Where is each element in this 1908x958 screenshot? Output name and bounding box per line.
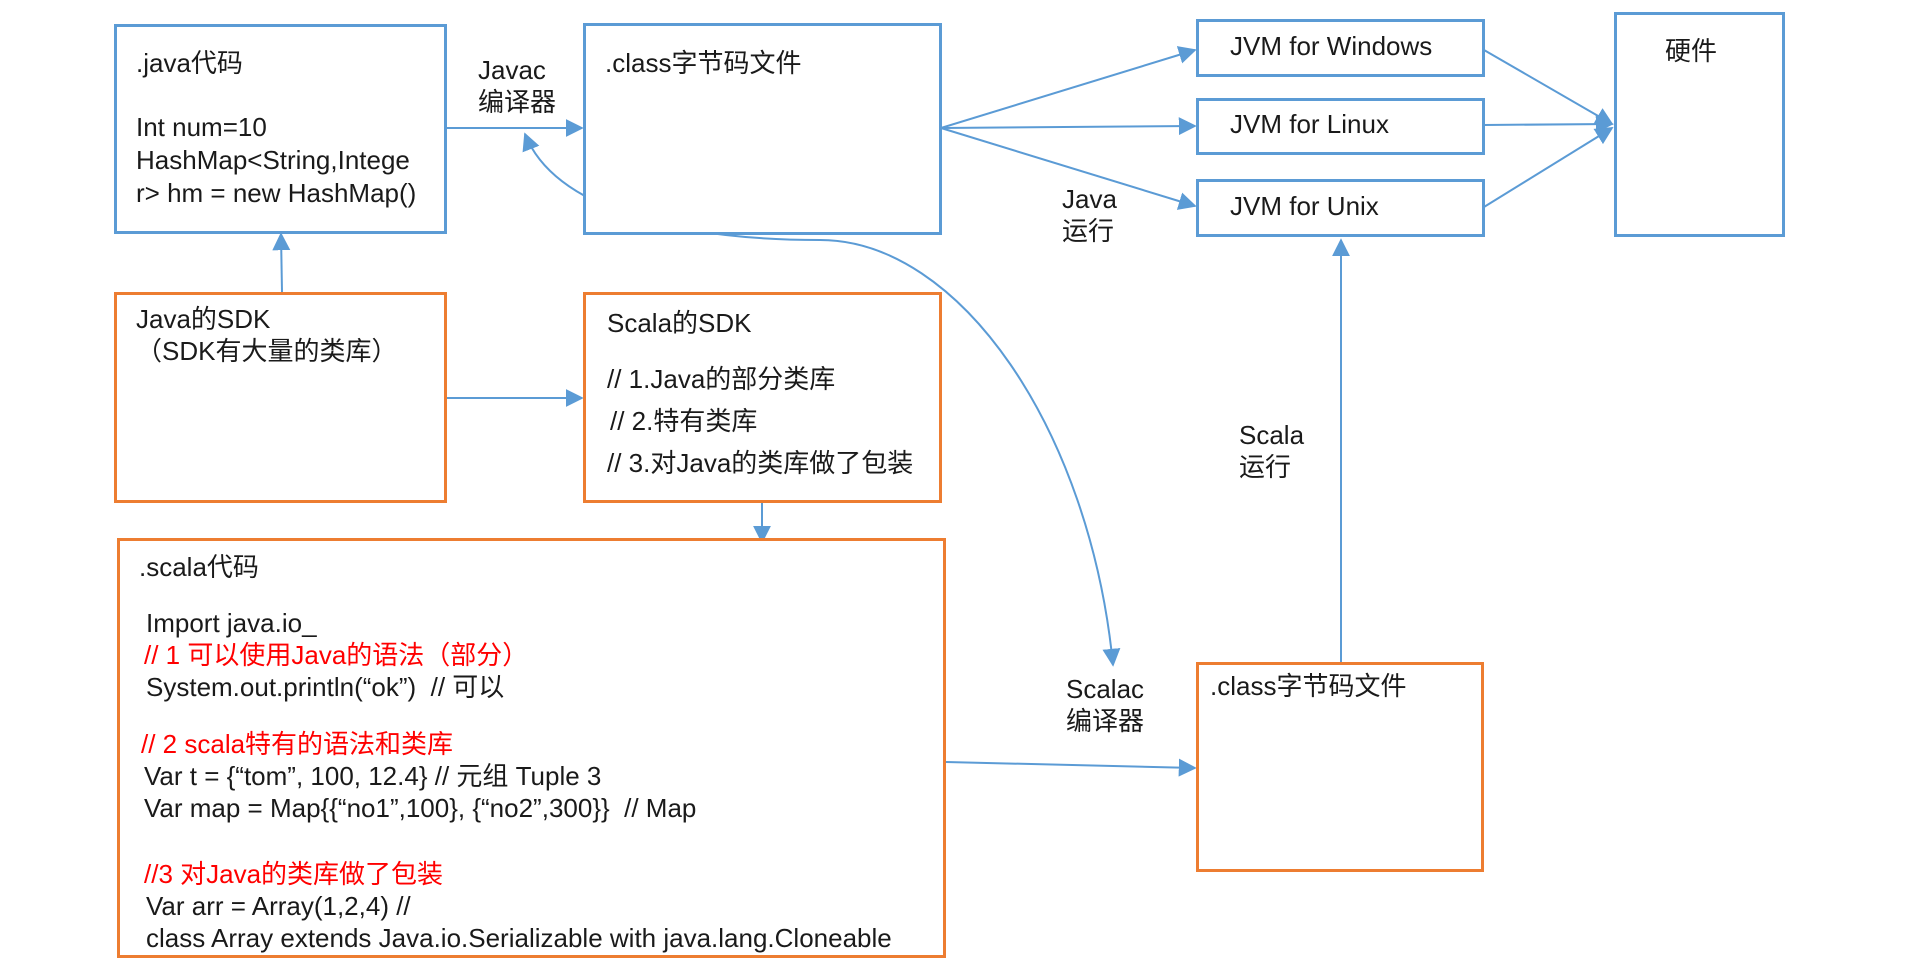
hardware-title: 硬件 <box>1665 36 1718 66</box>
java-code-title: .java代码 <box>136 48 243 78</box>
java-sdk-line2: （SDK有大量的类库） <box>136 336 398 366</box>
scalac-label-line1: Scalac <box>1066 674 1145 704</box>
arrow-scalac-to-classfile <box>945 758 1197 777</box>
java-code-line: HashMap<String,Intege <box>136 145 410 175</box>
class-file-bottom-title: .class字节码文件 <box>1210 671 1407 701</box>
java-code-line: Int num=10 <box>136 112 267 142</box>
scala-code-line: Var t = {“tom”, 100, 12.4} // 元组 Tuple 3 <box>144 761 602 791</box>
arrow-sdk-to-java <box>272 232 291 293</box>
scala-code-line: class Array extends Java.io.Serializable… <box>146 923 892 953</box>
scala-code-line: System.out.println(“ok”) // 可以 <box>146 672 505 702</box>
scala-run-label-line1: Scala <box>1239 420 1305 450</box>
class-file-top-title: .class字节码文件 <box>605 48 802 78</box>
scala-code-line: Var map = Map{{“no1”,100}, {“no2”,300}} … <box>144 793 697 823</box>
arrow-jvm-linux-to-hardware <box>1483 115 1614 134</box>
scala-sdk-line1: // 1.Java的部分类库 <box>607 364 836 394</box>
jvm-linux-label: JVM for Linux <box>1230 109 1389 139</box>
java-sdk-line1: Java的SDK <box>136 304 271 334</box>
javac-label-line1: Javac <box>478 55 546 85</box>
scala-code-line: Var arr = Array(1,2,4) // <box>146 891 411 921</box>
scalac-label-line2: 编译器 <box>1066 706 1145 736</box>
jvm-windows-label: JVM for Windows <box>1230 31 1433 61</box>
java-code-line: r> hm = new HashMap() <box>136 178 417 208</box>
jvm-scala-compilation-diagram: .java代码 Int num=10 HashMap<String,Intege… <box>0 0 1908 958</box>
arrow-class-to-jvm-windows <box>940 46 1197 129</box>
java-run-label-line2: 运行 <box>1062 216 1115 246</box>
scala-comment-scala-syntax: // 2 scala特有的语法和类库 <box>141 729 454 759</box>
jvm-unix-label: JVM for Unix <box>1230 191 1379 221</box>
scala-run-label-line2: 运行 <box>1239 452 1292 482</box>
scala-comment-java-syntax: // 1 可以使用Java的语法（部分） <box>144 640 529 670</box>
scala-sdk-line2: // 2.特有类库 <box>610 406 758 436</box>
scala-import-line: Import java.io_ <box>146 608 317 638</box>
scala-comment-wrapper: //3 对Java的类库做了包装 <box>144 859 444 889</box>
arrow-jvm-unix-to-hardware <box>1483 127 1614 208</box>
java-run-label-line1: Java <box>1062 184 1117 214</box>
scala-sdk-title: Scala的SDK <box>607 308 752 338</box>
arrow-jvm-windows-to-hardware <box>1483 49 1614 125</box>
scala-sdk-line3: // 3.对Java的类库做了包装 <box>607 448 914 478</box>
arrow-class-to-jvm-linux <box>940 117 1197 136</box>
scala-code-title: .scala代码 <box>139 552 259 582</box>
javac-label-line2: 编译器 <box>478 87 557 117</box>
